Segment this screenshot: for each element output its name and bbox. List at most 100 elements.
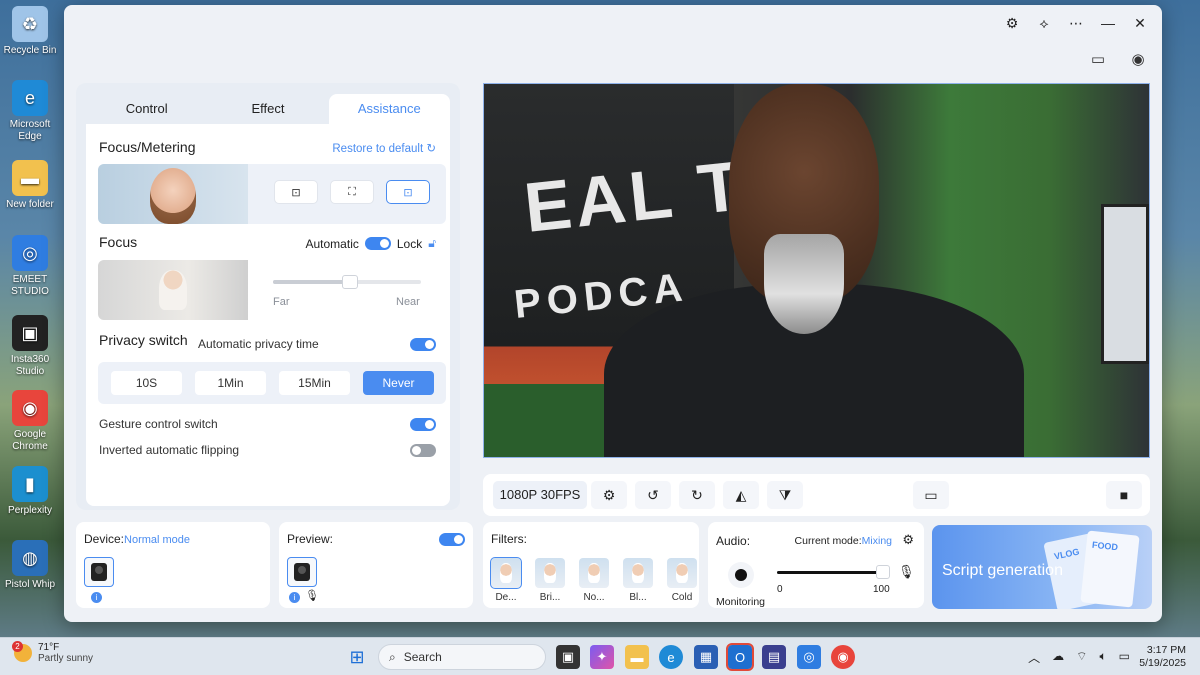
top-right-toolbar: ▭ ◉ <box>1088 49 1148 69</box>
monitoring-button[interactable] <box>728 562 754 588</box>
face-focus-button[interactable]: ⊡ <box>274 180 318 204</box>
device-info-icon[interactable]: i <box>91 592 102 603</box>
edge-taskbar-icon[interactable]: e <box>659 645 683 669</box>
tab-control[interactable]: Control <box>86 94 207 124</box>
resolution-selector[interactable]: 1080P 30FPS <box>493 481 587 509</box>
privacy-option-never[interactable]: Never <box>363 371 434 395</box>
wifi-icon[interactable]: ⌔ <box>1076 649 1087 666</box>
weather-widget[interactable]: 2 71°F Partly sunny <box>12 641 93 664</box>
filter-item[interactable]: Bl... <box>623 558 653 603</box>
camera-preview: EAL TA PODCA <box>483 83 1150 458</box>
desktop-icon[interactable]: ♻ Recycle Bin <box>0 6 60 57</box>
chevron-up-icon[interactable]: ︿ <box>1028 649 1040 666</box>
focus-slider-thumb[interactable] <box>341 275 358 289</box>
inverted-flipping-toggle[interactable] <box>410 443 436 457</box>
audio-settings-icon[interactable]: ⚙ <box>902 532 914 548</box>
rotate-right-button[interactable]: ↻ <box>679 481 715 509</box>
copilot-icon[interactable]: ✦ <box>590 645 614 669</box>
taskbar-clock[interactable]: 3:17 PM 5/19/2025 <box>1139 644 1186 670</box>
device-mode[interactable]: Normal mode <box>124 534 190 546</box>
preview-toggle[interactable] <box>439 533 465 546</box>
volume-icon[interactable]: 🔈︎ <box>1099 649 1106 666</box>
device-camera-thumb[interactable] <box>84 557 114 587</box>
audio-mode-value[interactable]: Mixing <box>862 535 892 547</box>
audio-volume-slider[interactable] <box>777 565 891 579</box>
gesture-control-toggle[interactable] <box>410 417 436 431</box>
filter-item[interactable]: De... <box>490 557 522 603</box>
tab-effect[interactable]: Effect <box>207 94 328 124</box>
face-detect-icon: ⊡ <box>403 186 413 199</box>
more-icon[interactable]: ⋯ <box>1068 15 1084 32</box>
microphone-icon[interactable]: 🎙︎ <box>305 589 319 602</box>
focus-metering-box: ⊡ ⛶ ⊡ <box>98 164 446 224</box>
privacy-toggle[interactable] <box>410 338 436 351</box>
outlook-icon[interactable]: O <box>726 643 754 671</box>
filter-thumbnail <box>623 558 653 588</box>
far-label: Far <box>273 296 290 308</box>
rotate-left-icon: ↺ <box>647 486 659 503</box>
filter-item[interactable]: No... <box>579 558 609 603</box>
settings-icon[interactable]: ⚙ <box>1004 15 1020 32</box>
privacy-option-1min[interactable]: 1Min <box>195 371 266 395</box>
desktop-icon[interactable]: e Microsoft Edge <box>0 80 60 143</box>
task-view-icon[interactable]: ▣ <box>556 645 580 669</box>
webcam-icon[interactable]: ◉ <box>1128 49 1148 69</box>
close-button[interactable]: ✕ <box>1132 15 1148 32</box>
file-explorer-icon[interactable]: ▬ <box>625 645 649 669</box>
emeet-studio-icon: ◎ <box>12 235 48 271</box>
desktop-icon[interactable]: ▣ Insta360 Studio <box>0 315 60 378</box>
desktop-icon-label: EMEET STUDIO <box>11 274 49 297</box>
unlock-icon[interactable]: 🔓︎ <box>428 236 436 251</box>
preview-info-icon[interactable]: i <box>289 592 300 603</box>
auto-focus-button[interactable]: ⊡ <box>386 180 430 204</box>
minimize-button[interactable]: — <box>1100 15 1116 32</box>
restore-default-link[interactable]: Restore to default ↻ <box>332 141 436 155</box>
desktop-icon[interactable]: ◉ Google Chrome <box>0 390 60 453</box>
filter-thumbnail <box>490 557 522 589</box>
folder-icon: ▬ <box>12 160 48 196</box>
desktop-icon[interactable]: ▮ Perplexity <box>0 466 60 517</box>
camera-settings-button[interactable]: ⚙ <box>591 481 627 509</box>
webcam-preview-icon <box>294 563 310 581</box>
start-button[interactable]: ⊞ <box>345 645 369 669</box>
desktop-icon-label: Google Chrome <box>12 429 48 452</box>
chrome-taskbar-icon[interactable]: ◉ <box>831 645 855 669</box>
system-tray: ︿ ☁ ⌔ 🔈︎ ▭ <box>1028 649 1130 666</box>
flip-horizontal-button[interactable]: ◭ <box>723 481 759 509</box>
script-generation-card[interactable]: VLOG FOOD Script generation <box>932 525 1152 609</box>
pin-icon[interactable]: ⟡ <box>1036 15 1052 32</box>
audio-mode: Current mode:Mixing <box>795 535 892 547</box>
tab-assistance[interactable]: Assistance <box>328 94 450 124</box>
audio-volume-thumb[interactable] <box>876 565 891 579</box>
onedrive-icon[interactable]: ☁ <box>1052 649 1064 666</box>
privacy-option-15min[interactable]: 15Min <box>279 371 350 395</box>
flip-vertical-button[interactable]: ⧩ <box>767 481 803 509</box>
weather-icon: 2 <box>12 641 32 662</box>
battery-icon[interactable]: ▭ <box>1119 649 1130 666</box>
filter-item[interactable]: Cold <box>667 558 697 603</box>
desktop-icon[interactable]: ◍ Pistol Whip <box>0 540 60 591</box>
audio-microphone-icon[interactable]: 🎙︎ <box>898 564 915 580</box>
desktop-icon[interactable]: ▬ New folder <box>0 160 60 211</box>
center-focus-button[interactable]: ⛶ <box>330 180 374 204</box>
filter-item[interactable]: Bri... <box>535 558 565 603</box>
fullscreen-button[interactable]: ▭ <box>913 481 949 509</box>
privacy-time-label: Automatic privacy time <box>198 337 319 351</box>
desktop-icon-label: Perplexity <box>8 505 52 516</box>
focus-slider[interactable] <box>273 275 421 289</box>
desktop-icon[interactable]: ◎ EMEET STUDIO <box>0 235 60 298</box>
app-icon[interactable]: ▤ <box>762 645 786 669</box>
inverted-flipping-row: Inverted automatic flipping <box>99 443 436 457</box>
lock-label: Lock <box>396 236 423 251</box>
privacy-option-10s[interactable]: 10S <box>111 371 182 395</box>
cast-icon[interactable]: ▭ <box>1088 49 1108 69</box>
taskbar-search[interactable]: ⌕ Search <box>378 644 546 670</box>
emeet-taskbar-icon[interactable]: ◎ <box>797 645 821 669</box>
preview-camera-thumb[interactable] <box>287 557 317 587</box>
focus-slider-fill <box>273 280 350 284</box>
automatic-focus-toggle[interactable] <box>364 237 391 250</box>
record-button[interactable]: ■ <box>1106 481 1142 509</box>
store-icon[interactable]: ▦ <box>694 645 718 669</box>
rotate-left-button[interactable]: ↺ <box>635 481 671 509</box>
audio-min-label: 0 <box>777 584 783 595</box>
